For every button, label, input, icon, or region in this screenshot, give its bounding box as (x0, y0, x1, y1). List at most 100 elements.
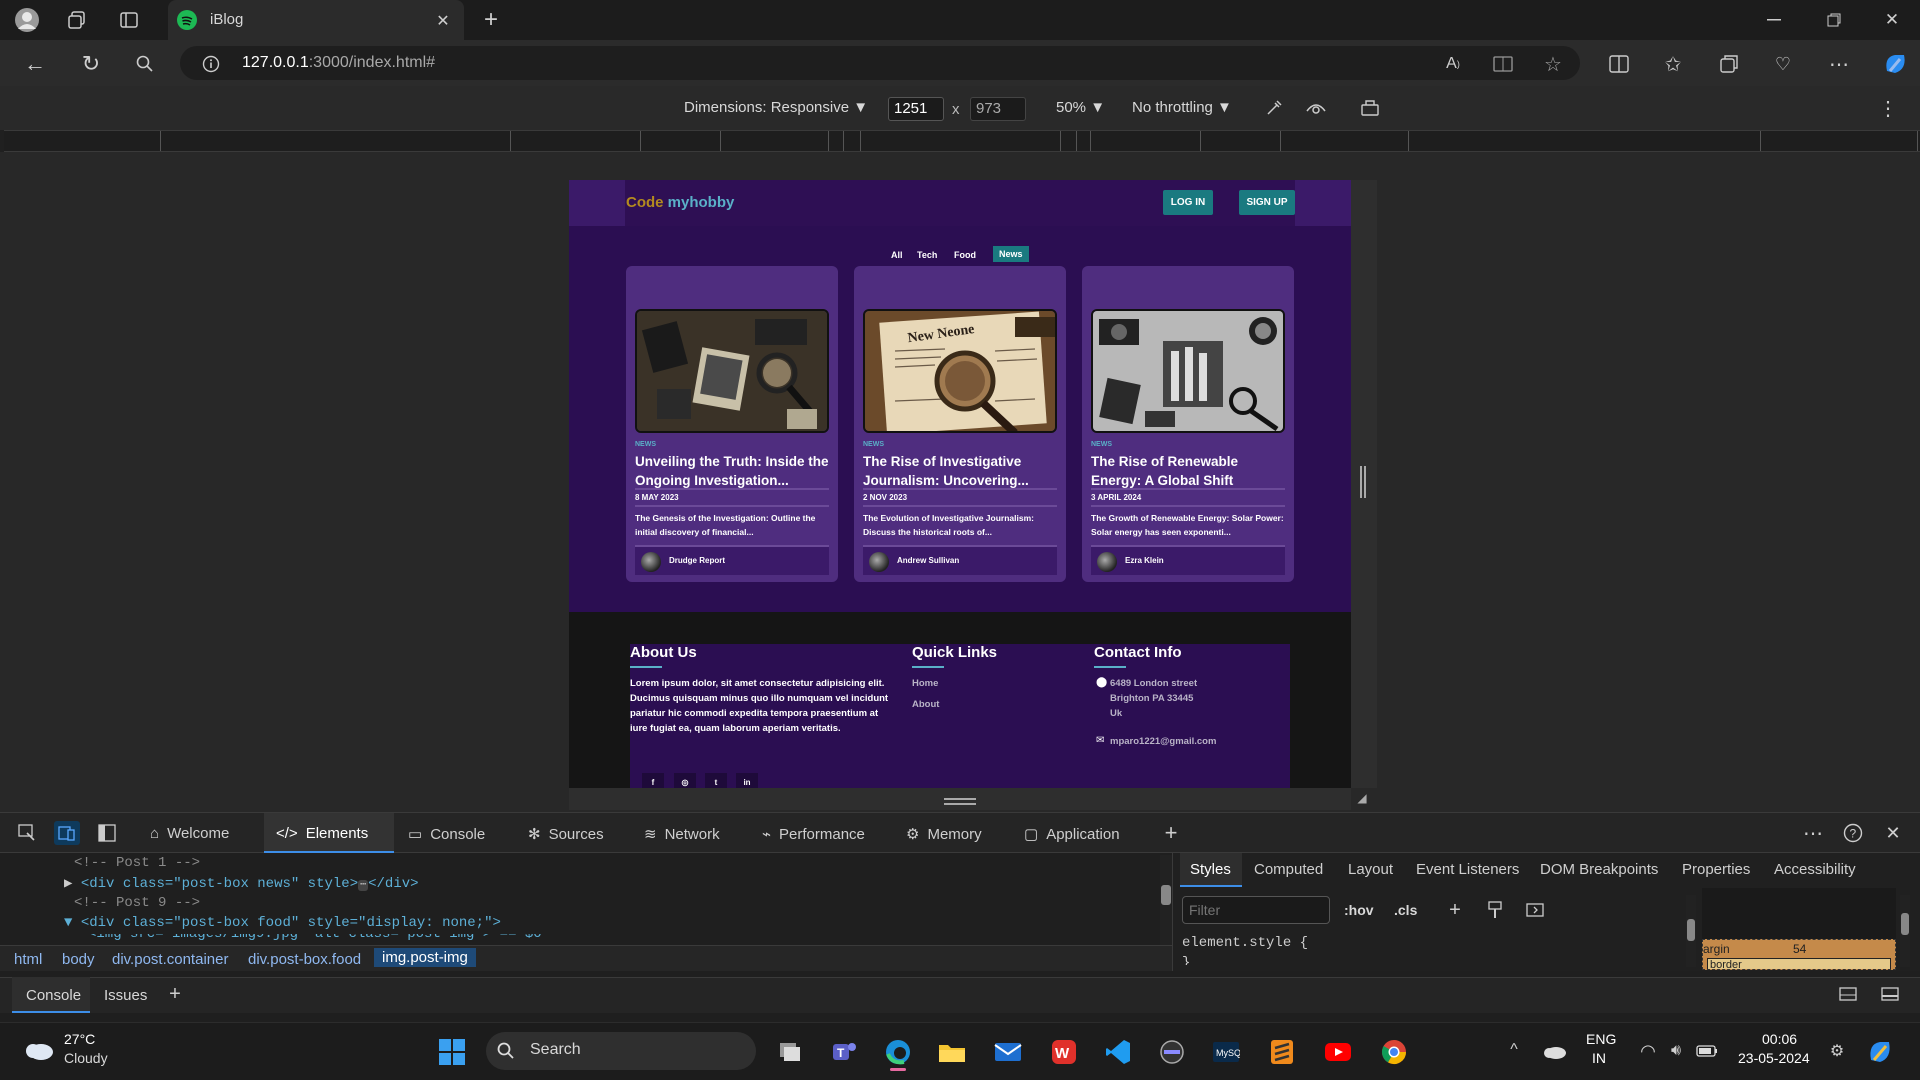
chrome-icon[interactable] (1376, 1034, 1412, 1070)
corner-resize-icon[interactable]: ◢ (1354, 790, 1370, 806)
collapsed-ellipsis[interactable]: ⋯ (358, 880, 369, 891)
linkedin-icon[interactable]: in (736, 773, 758, 788)
minimize-icon[interactable] (1762, 8, 1786, 32)
mail-icon[interactable] (990, 1034, 1026, 1070)
volume-icon[interactable]: 🔊︎ (1664, 1040, 1688, 1062)
styles-filter-input[interactable] (1182, 896, 1330, 924)
crumb-post-img[interactable]: img.post-img (374, 948, 476, 967)
wifi-icon[interactable]: ◠ (1636, 1040, 1660, 1062)
post-title[interactable]: Unveiling the Truth: Inside the Ongoing … (635, 452, 829, 490)
collections-icon[interactable] (1716, 52, 1742, 76)
wps-office-icon[interactable]: W (1046, 1034, 1082, 1070)
tab-event-listeners[interactable]: Event Listeners (1416, 861, 1519, 878)
workspaces-icon[interactable] (62, 8, 92, 32)
tab-styles-label[interactable]: Styles (1190, 861, 1231, 878)
language-code[interactable]: ENG (1586, 1031, 1616, 1047)
add-drawer-tab-icon[interactable]: + (164, 983, 186, 1005)
sublime-icon[interactable] (1264, 1034, 1300, 1070)
twitter-icon[interactable]: t (705, 773, 727, 788)
split-screen-icon[interactable] (1606, 52, 1632, 76)
scrollbar-thumb[interactable] (1687, 919, 1695, 941)
device-emulation-icon[interactable] (54, 821, 80, 845)
post-card[interactable]: NEWS Unveiling the Truth: Inside the Ong… (626, 266, 838, 582)
favorite-star-icon[interactable]: ☆ (1540, 52, 1566, 76)
element-style-rule[interactable]: element.style { (1182, 935, 1308, 951)
help-icon[interactable]: ? (1840, 821, 1866, 845)
toggle-sidebar-icon[interactable] (1524, 899, 1546, 921)
search-icon[interactable] (130, 50, 160, 78)
youtube-icon[interactable] (1320, 1034, 1356, 1070)
tab-actions-icon[interactable] (114, 8, 144, 32)
dom-node-post-box-news[interactable]: ▶ <div class="post-box news" style> ⋯ </di… (64, 875, 419, 892)
drawer-tab-issues[interactable]: Issues (104, 987, 147, 1004)
footer-link-about[interactable]: About (912, 699, 939, 710)
refresh-icon[interactable]: ↻ (76, 50, 106, 78)
filter-news[interactable]: News (993, 246, 1029, 262)
show-hidden-icons-icon[interactable]: ^ (1502, 1038, 1526, 1062)
edge-icon[interactable] (880, 1034, 916, 1070)
copilot-icon[interactable] (1880, 50, 1910, 78)
new-style-rule-icon[interactable]: + (1444, 899, 1466, 921)
instagram-icon[interactable]: ◎ (674, 773, 696, 788)
clock-date[interactable]: 23-05-2024 (1738, 1050, 1810, 1066)
post-card[interactable]: New Neone NEWS The Rise of Investigative… (854, 266, 1066, 582)
width-input[interactable]: 1251 (888, 97, 944, 121)
dom-node-post-box-food[interactable]: ▼ <div class="post-box food" style="disp… (64, 915, 501, 931)
task-view-icon[interactable] (772, 1034, 808, 1070)
more-tools-icon[interactable]: + (1158, 820, 1184, 845)
dock-sidebar-icon[interactable] (94, 821, 120, 845)
file-explorer-icon[interactable] (934, 1034, 970, 1070)
tab-elements-content[interactable]: </> Elements (276, 825, 368, 842)
favorites-icon[interactable]: ✩ (1660, 52, 1686, 76)
post-image[interactable] (1091, 309, 1285, 433)
height-input[interactable]: 973 (970, 97, 1026, 121)
quick-view-icon[interactable] (1878, 983, 1902, 1005)
battery-icon[interactable] (1694, 1040, 1720, 1062)
resize-handle-bar[interactable] (1360, 466, 1362, 498)
weather-temp[interactable]: 27°C (64, 1031, 95, 1047)
notification-settings-icon[interactable]: ⚙ (1826, 1040, 1848, 1062)
back-icon[interactable]: ← (20, 50, 50, 78)
teams-icon[interactable]: T (826, 1034, 862, 1070)
mysql-icon[interactable]: MySQL (1208, 1034, 1244, 1070)
more-menu-icon[interactable]: ⋯ (1826, 52, 1852, 76)
post-title[interactable]: The Rise of Renewable Energy: A Global S… (1091, 452, 1285, 490)
tab-sources[interactable]: ✻ Sources (528, 825, 604, 844)
profile-icon[interactable] (12, 6, 42, 34)
resize-handle-bar[interactable] (1364, 466, 1366, 498)
device-more-icon[interactable]: ⋮ (1876, 96, 1900, 120)
devtools-menu-icon[interactable]: ⋯ (1800, 821, 1826, 845)
tab-accessibility[interactable]: Accessibility (1774, 861, 1856, 878)
crumb-html[interactable]: html (14, 951, 42, 968)
selected-node-row[interactable]: <img src="images/img9.jpg" alt class="po… (0, 934, 1160, 944)
contact-email[interactable]: mparo1221@gmail.com (1110, 736, 1216, 747)
new-tab-icon[interactable]: + (478, 6, 504, 34)
tab-layout[interactable]: Layout (1348, 861, 1393, 878)
inspect-element-icon[interactable] (14, 821, 40, 845)
rotate-icon[interactable] (1358, 96, 1382, 120)
crumb-post-box-food[interactable]: div.post-box.food (248, 951, 361, 968)
site-logo[interactable]: Code myhobby (626, 194, 734, 211)
scrollbar-thumb[interactable] (1901, 913, 1909, 935)
zoom-dropdown[interactable]: 50% ▼ (1056, 99, 1105, 116)
clock-time[interactable]: 00:06 (1762, 1031, 1797, 1047)
box-model-border[interactable]: border (1707, 958, 1891, 969)
cloudy-weather-icon[interactable] (20, 1034, 56, 1064)
filter-food[interactable]: Food (954, 250, 976, 260)
emulate-vision-icon[interactable] (1304, 96, 1328, 120)
drawer-tab-console-label[interactable]: Console (26, 987, 81, 1004)
box-model-margin[interactable]: argin 54 border (1702, 939, 1896, 970)
vscode-icon[interactable] (1100, 1034, 1136, 1070)
dock-drawer-icon[interactable] (1836, 983, 1860, 1005)
crumb-post-container[interactable]: div.post.container (112, 951, 228, 968)
cls-toggle[interactable]: .cls (1394, 902, 1417, 918)
post-card[interactable]: NEWS The Rise of Renewable Energy: A Glo… (1082, 266, 1294, 582)
copilot-taskbar-icon[interactable] (1864, 1036, 1896, 1066)
close-devtools-icon[interactable]: ✕ (1880, 821, 1906, 845)
tab-performance[interactable]: ⌁ Performance (762, 825, 865, 844)
post-image[interactable] (635, 309, 829, 433)
restore-icon[interactable] (1822, 8, 1846, 32)
weather-desc[interactable]: Cloudy (64, 1050, 108, 1066)
browser-essentials-icon[interactable]: ♡ (1770, 52, 1796, 76)
tab-memory[interactable]: ⚙ Memory (906, 825, 982, 844)
